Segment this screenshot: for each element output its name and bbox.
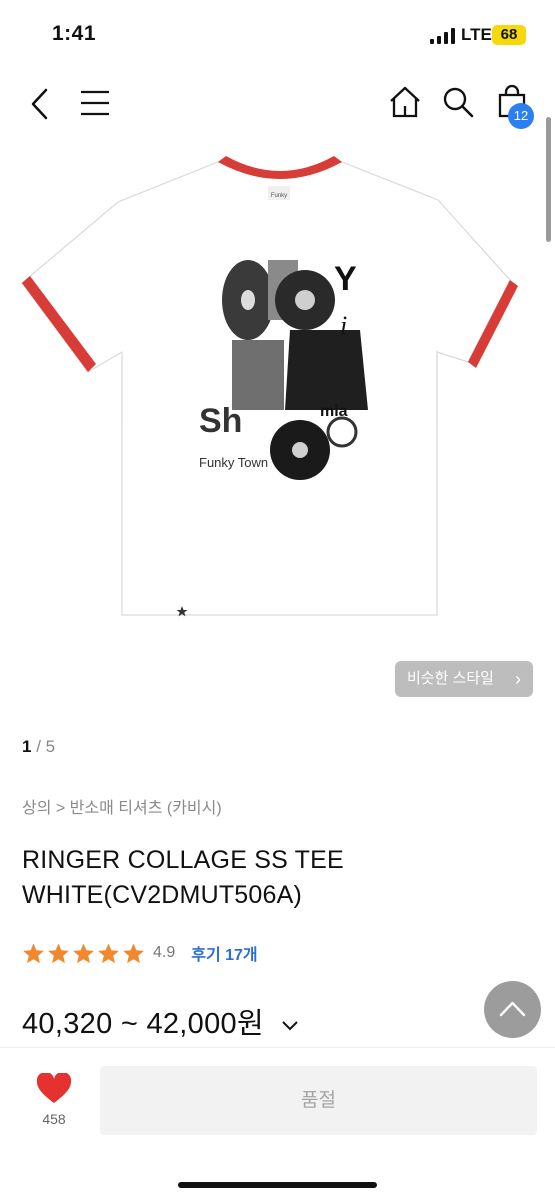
rating-row: 4.9 후기 17개 bbox=[22, 940, 258, 966]
home-indicator bbox=[178, 1182, 377, 1188]
price-range[interactable]: 40,320 ~ 42,000원 bbox=[22, 1000, 300, 1042]
star-icon bbox=[123, 942, 144, 963]
like-count: 458 bbox=[42, 1111, 66, 1127]
top-nav bbox=[0, 70, 555, 140]
pager-separator: / bbox=[36, 737, 41, 756]
svg-text:Funky: Funky bbox=[271, 193, 287, 199]
pager-current: 1 bbox=[22, 737, 32, 756]
print-sh-text: Sh bbox=[199, 402, 242, 440]
product-title-line2: WHITE(CV2DMUT506A) bbox=[22, 881, 303, 909]
status-time: 1:41 bbox=[52, 22, 97, 45]
search-icon[interactable] bbox=[442, 86, 474, 118]
breadcrumb[interactable]: 상의 > 반소매 티셔츠 (카비시) bbox=[22, 794, 222, 818]
chevron-up-icon bbox=[499, 1001, 526, 1017]
star-icon bbox=[48, 942, 69, 963]
price-text: 40,320 ~ 42,000원 bbox=[22, 1008, 264, 1040]
cart-count-badge: 12 bbox=[508, 103, 534, 129]
menu-icon[interactable] bbox=[80, 90, 110, 116]
svg-text:Y: Y bbox=[334, 260, 357, 298]
battery-level: 68 bbox=[500, 26, 518, 43]
print-mia-text: mia bbox=[320, 403, 348, 420]
soldout-button[interactable]: 품절 bbox=[100, 1066, 537, 1135]
star-icon bbox=[73, 942, 94, 963]
rating-score: 4.9 bbox=[153, 944, 176, 961]
print-funky-text: Funky Town bbox=[199, 455, 268, 470]
product-image[interactable]: Funky Y i Sh mia Funky Town bbox=[0, 140, 555, 670]
network-label: LTE bbox=[461, 25, 492, 44]
pager-total: 5 bbox=[45, 737, 56, 756]
similar-style-button[interactable]: 비슷한 스타일 › bbox=[395, 661, 533, 697]
heart-icon bbox=[36, 1071, 72, 1103]
star-icon bbox=[98, 942, 119, 963]
chevron-right-icon: › bbox=[515, 669, 521, 689]
scroll-to-top-button[interactable] bbox=[484, 981, 541, 1038]
home-icon[interactable] bbox=[389, 86, 421, 118]
image-pager: 1 / 5 bbox=[22, 737, 55, 757]
status-bar: 1:41 LTE 68 bbox=[0, 0, 555, 70]
similar-style-label: 비슷한 스타일 bbox=[407, 670, 494, 687]
rating-stars bbox=[22, 942, 145, 965]
signal-icon bbox=[430, 28, 455, 44]
back-icon[interactable] bbox=[28, 88, 52, 120]
product-title: RINGER COLLAGE SS TEE WHITE(CV2DMUT506A) bbox=[22, 843, 344, 913]
chevron-down-icon bbox=[282, 1021, 299, 1031]
battery-icon: 68 bbox=[492, 25, 526, 45]
svg-text:i: i bbox=[340, 311, 347, 340]
star-icon bbox=[23, 942, 44, 963]
reviews-link[interactable]: 후기 17개 bbox=[191, 941, 257, 965]
product-title-line1: RINGER COLLAGE SS TEE bbox=[22, 846, 344, 874]
like-button[interactable] bbox=[34, 1071, 74, 1110]
